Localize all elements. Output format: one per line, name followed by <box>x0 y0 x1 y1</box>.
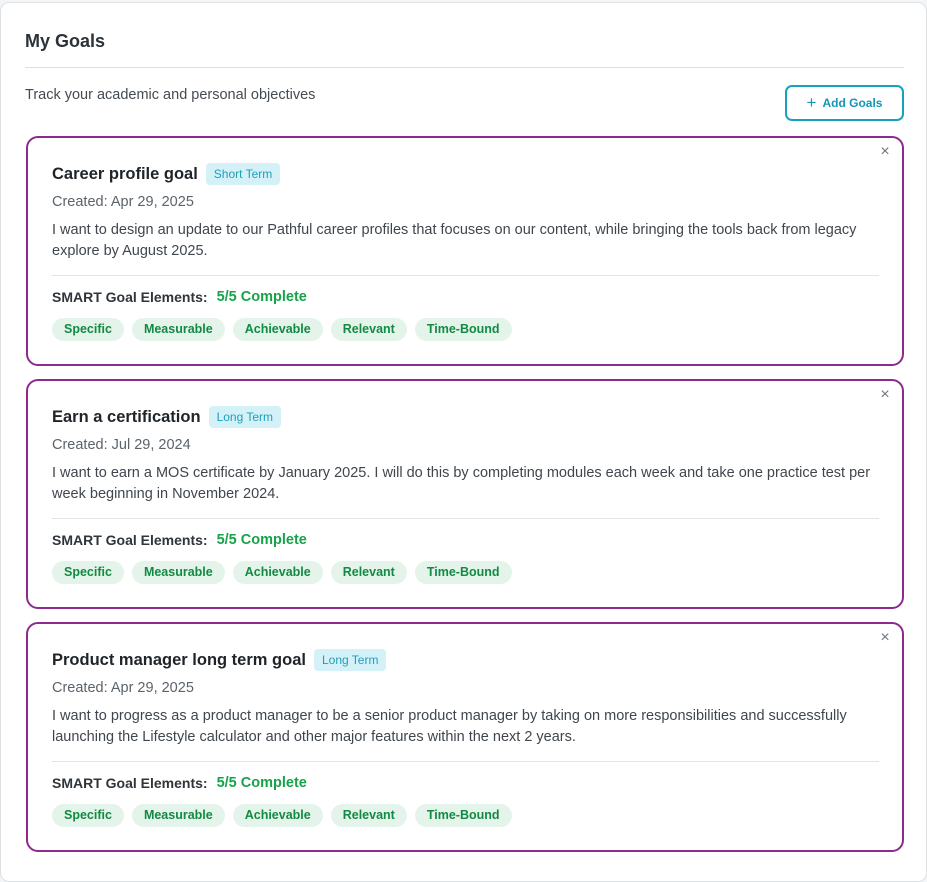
close-icon[interactable]: × <box>878 630 892 646</box>
goal-card: × Career profile goal Short Term Created… <box>26 136 904 366</box>
smart-status: 5/5 Complete <box>216 289 307 305</box>
term-badge: Short Term <box>205 163 281 185</box>
smart-elements: Specific Measurable Achievable Relevant … <box>52 561 512 584</box>
term-badge: Long Term <box>208 406 282 428</box>
goal-description: I want to design an update to our Pathfu… <box>52 222 857 259</box>
chip-measurable: Measurable <box>131 804 225 827</box>
chip-time-bound: Time-Bound <box>414 804 512 827</box>
goal-title: Career profile goal <box>52 164 198 183</box>
goal-header: Product manager long term goal Long Term <box>52 649 387 671</box>
header-divider <box>25 67 904 68</box>
chip-measurable: Measurable <box>131 561 225 584</box>
add-goals-label: Add Goals <box>822 96 883 110</box>
goal-card: × Earn a certification Long Term Created… <box>26 379 904 609</box>
smart-summary: SMART Goal Elements: 5/5 Complete <box>52 775 307 791</box>
add-goals-button[interactable]: + Add Goals <box>785 85 904 121</box>
chip-achievable: Achievable <box>232 804 323 827</box>
goal-description: I want to progress as a product manager … <box>52 708 847 745</box>
card-divider <box>52 275 879 276</box>
smart-summary: SMART Goal Elements: 5/5 Complete <box>52 532 307 548</box>
smart-summary: SMART Goal Elements: 5/5 Complete <box>52 289 307 305</box>
goal-created-date: Created: Jul 29, 2024 <box>52 437 191 453</box>
chip-specific: Specific <box>52 561 124 584</box>
goal-created-date: Created: Apr 29, 2025 <box>52 194 194 210</box>
chip-relevant: Relevant <box>330 318 407 341</box>
page-subtitle: Track your academic and personal objecti… <box>25 87 316 103</box>
goal-header: Earn a certification Long Term <box>52 406 282 428</box>
goal-header: Career profile goal Short Term <box>52 163 281 185</box>
chip-achievable: Achievable <box>232 318 323 341</box>
chip-relevant: Relevant <box>330 561 407 584</box>
goal-card: × Product manager long term goal Long Te… <box>26 622 904 852</box>
chip-specific: Specific <box>52 804 124 827</box>
smart-label: SMART Goal Elements: <box>52 289 208 305</box>
smart-label: SMART Goal Elements: <box>52 532 208 548</box>
chip-measurable: Measurable <box>131 318 225 341</box>
chip-specific: Specific <box>52 318 124 341</box>
goal-created-date: Created: Apr 29, 2025 <box>52 680 194 696</box>
close-icon[interactable]: × <box>878 144 892 160</box>
goal-description: I want to earn a MOS certificate by Janu… <box>52 465 871 502</box>
smart-label: SMART Goal Elements: <box>52 775 208 791</box>
page-title: My Goals <box>25 31 106 51</box>
smart-elements: Specific Measurable Achievable Relevant … <box>52 804 512 827</box>
smart-elements: Specific Measurable Achievable Relevant … <box>52 318 512 341</box>
smart-status: 5/5 Complete <box>216 532 307 548</box>
chip-time-bound: Time-Bound <box>414 318 512 341</box>
term-badge: Long Term <box>313 649 387 671</box>
goal-title: Product manager long term goal <box>52 650 306 669</box>
close-icon[interactable]: × <box>878 387 892 403</box>
card-divider <box>52 761 879 762</box>
plus-icon: + <box>806 92 817 112</box>
chip-achievable: Achievable <box>232 561 323 584</box>
goal-title: Earn a certification <box>52 407 201 426</box>
goals-panel: My Goals Track your academic and persona… <box>0 2 927 882</box>
card-divider <box>52 518 879 519</box>
smart-status: 5/5 Complete <box>216 775 307 791</box>
chip-relevant: Relevant <box>330 804 407 827</box>
chip-time-bound: Time-Bound <box>414 561 512 584</box>
